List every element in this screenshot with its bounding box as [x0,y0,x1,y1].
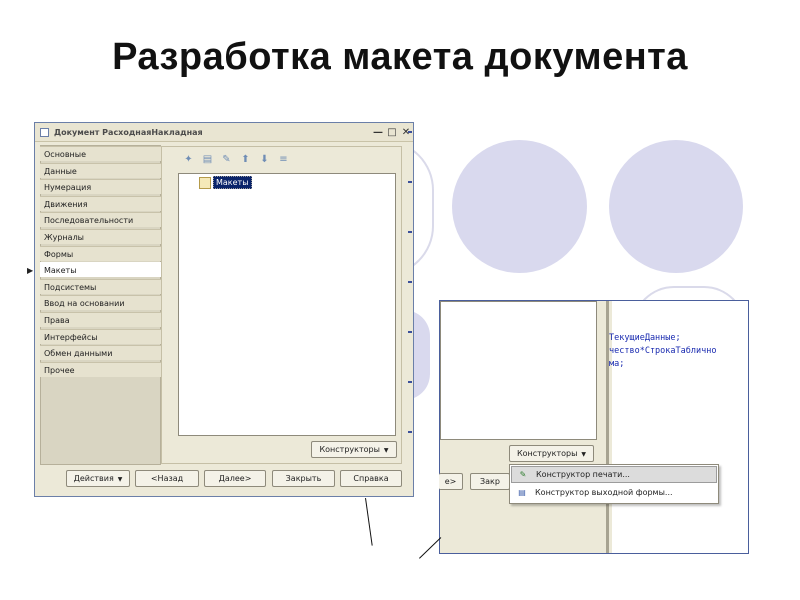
decorative-circle [609,140,743,273]
nav-item-dvizheniya[interactable]: Движения [40,195,161,211]
panel2-tree [440,301,597,440]
code-line: ТекущиеДанные; [609,333,681,343]
tree-node-makety[interactable]: Макеты [199,176,252,189]
panel2-left-pane [440,301,612,553]
nav-item-osnovnye[interactable]: Основные [40,146,161,161]
connector-line [419,537,442,559]
decorative-circle [452,140,587,273]
nav-item-label: Макеты [44,266,77,276]
output-form-constructor-icon: ▤ [518,487,526,497]
constructors-button-2[interactable]: Конструкторы ▼ [509,445,594,462]
nav-item-interfeysy[interactable]: Интерфейсы [40,328,161,344]
menu-item-output-form-constructor[interactable]: ▤ Конструктор выходной формы... [511,484,717,501]
menu-item-label: Конструктор выходной формы... [535,488,673,497]
help-button[interactable]: Справка [340,470,402,487]
templates-tree[interactable] [178,173,396,436]
constructors-label: Конструкторы [516,449,578,458]
tree-node-label: Макеты [213,176,252,189]
code-line: ма; [609,359,625,369]
actions-button[interactable]: Действия ▼ [66,470,130,487]
add-icon[interactable]: ✦ [182,154,195,166]
slide-title: Разработка макета документа [112,36,688,78]
nav-item-dannye[interactable]: Данные [40,162,161,178]
print-constructor-icon: ✎ [519,469,527,479]
constructors-button[interactable]: Конструкторы ▼ [311,441,397,458]
tree-toolbar: ✦ ▤ ✎ ⬆ ⬇ ≡ [182,154,290,166]
constructors-menu: ✎ Конструктор печати... ▤ Конструктор вы… [509,464,719,504]
close-button[interactable]: Закрыть [272,470,335,487]
dropdown-arrow-icon: ▼ [581,451,587,458]
copy-icon[interactable]: ▤ [201,154,214,166]
constructors-label: Конструкторы [319,445,380,454]
nav-item-obmen-dannymi[interactable]: Обмен данными [40,345,161,361]
constructor-panel: ТекущиеДанные; чество*СтрокаТаблично ма; [439,300,749,554]
actions-label: Действия [73,474,114,483]
minimize-icon[interactable]: — [371,127,385,138]
window-title-bar: Документ РасходнаяНакладная — □ ✕ [35,123,413,142]
nav-item-prochee[interactable]: Прочее [40,361,161,377]
maximize-icon[interactable]: □ [385,127,399,138]
code-line: чество*СтрокаТаблично [609,346,717,356]
nav-item-posledovatelnosti[interactable]: Последовательности [40,212,161,228]
nav-item-makety[interactable]: ▶ Макеты [27,262,161,278]
dropdown-arrow-icon: ▼ [383,447,389,454]
folder-icon [199,176,211,189]
partial-close-button[interactable]: Закр [470,473,510,490]
nav-item-podsistemy[interactable]: Подсистемы [40,278,161,294]
nav-item-formy[interactable]: Формы [40,245,161,261]
sort-icon[interactable]: ≡ [277,154,290,166]
nav-item-vvod-na-osnovanii[interactable]: Ввод на основании [40,295,161,311]
connector-line [365,498,373,546]
partial-next-button[interactable]: е> [439,473,463,490]
nav-list: Основные Данные Нумерация Движения После… [27,146,161,378]
app-icon [40,127,49,137]
window-title: Документ РасходнаяНакладная [54,127,203,137]
nav-item-prava[interactable]: Права [40,311,161,327]
nav-item-zhurnaly[interactable]: Журналы [40,228,161,244]
move-down-icon[interactable]: ⬇ [258,154,271,166]
menu-item-label: Конструктор печати... [536,470,630,479]
menu-item-print-constructor[interactable]: ✎ Конструктор печати... [511,466,717,483]
edit-icon[interactable]: ✎ [220,154,233,166]
move-up-icon[interactable]: ⬆ [239,154,252,166]
active-arrow-icon: ▶ [27,266,34,276]
back-button[interactable]: <Назад [135,470,199,487]
background-code-edge [408,131,414,491]
next-button[interactable]: Далее> [204,470,266,487]
dropdown-arrow-icon: ▼ [117,476,123,483]
nav-item-numeratsiya[interactable]: Нумерация [40,179,161,195]
